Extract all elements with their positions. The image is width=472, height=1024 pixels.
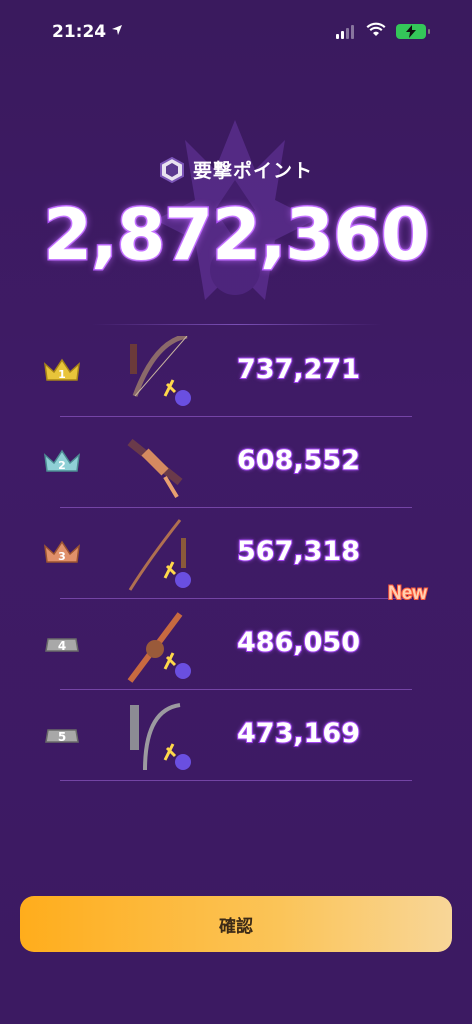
ranking-list: 1 737,271 2 608,552 3 567,318 4 486,050 … <box>0 326 472 781</box>
divider <box>92 324 382 325</box>
gunlance-weapon-icon <box>127 438 183 499</box>
cellular-signal-icon <box>336 25 354 39</box>
ranking-row-4[interactable]: 4 486,050 New <box>45 582 428 690</box>
plate-rank-5-icon: 5 <box>45 729 79 744</box>
ranking-score: 737,271 <box>236 353 361 386</box>
wifi-icon <box>366 22 386 36</box>
confirm-button[interactable]: 確認 <box>20 896 452 952</box>
total-points: 2,872,360 <box>42 193 431 278</box>
svg-text:5: 5 <box>58 730 66 744</box>
longsword-weapon-icon <box>128 519 191 591</box>
crown-rank-2-icon: 2 <box>44 449 80 472</box>
ranking-row-1[interactable]: 1 737,271 <box>44 326 412 417</box>
plate-rank-4-icon: 4 <box>45 638 79 653</box>
ranking-score: 486,050 <box>236 626 361 659</box>
status-bar: 21:24 <box>0 0 472 54</box>
crown-rank-1-icon: 1 <box>44 358 80 381</box>
title-row: 要撃ポイント <box>0 156 472 183</box>
page-title: 要撃ポイント <box>192 160 313 182</box>
svg-text:3: 3 <box>58 550 66 563</box>
location-arrow-icon <box>112 25 122 35</box>
ranking-score: 608,552 <box>236 444 361 477</box>
svg-text:2: 2 <box>58 459 66 472</box>
status-time: 21:24 <box>52 22 107 42</box>
svg-text:4: 4 <box>58 639 66 653</box>
ranking-row-2[interactable]: 2 608,552 <box>44 417 412 508</box>
bow-weapon-icon <box>130 703 191 771</box>
bow-weapon-icon <box>130 336 191 406</box>
switch-axe-weapon-icon <box>127 612 191 683</box>
battery-charging-icon <box>396 24 430 39</box>
ranking-score: 567,318 <box>236 535 361 568</box>
crown-rank-3-icon: 3 <box>44 540 80 563</box>
new-badge: New <box>387 582 428 605</box>
hexagon-medal-icon <box>159 156 184 183</box>
ranking-row-5[interactable]: 5 473,169 <box>45 690 412 781</box>
ranking-row-3[interactable]: 3 567,318 <box>44 508 412 599</box>
svg-text:1: 1 <box>58 368 66 381</box>
ranking-score: 473,169 <box>236 717 361 750</box>
